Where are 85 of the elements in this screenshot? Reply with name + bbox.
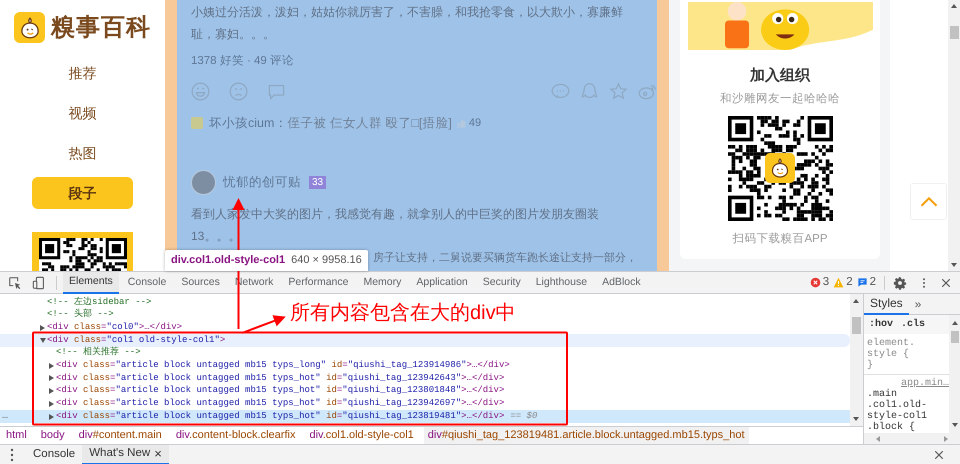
devtools-tab[interactable]: Application bbox=[410, 272, 474, 294]
promo-subtitle: 和沙雕网友一起哈哈哈 bbox=[720, 92, 840, 106]
drawer-tab[interactable]: Console bbox=[26, 445, 82, 464]
message-count[interactable]: 2 bbox=[870, 274, 876, 292]
style-filter-button[interactable]: .cls bbox=[901, 319, 926, 330]
promo-caption: 扫码下载糗百APP bbox=[732, 232, 828, 247]
dom-node[interactable]: <div class="col1 old-style-col1"> bbox=[47, 334, 226, 348]
logo-text[interactable]: 糗事百科 bbox=[51, 12, 151, 42]
dom-node[interactable]: <div class="article block untagged mb15 typs_long" id="qiushi_tag_123914986">…</div> bbox=[56, 359, 510, 373]
devtools-tab[interactable]: Security bbox=[476, 272, 527, 294]
expand-arrow-icon[interactable] bbox=[47, 361, 56, 370]
inspect-element-icon[interactable] bbox=[8, 276, 22, 290]
expand-arrow-icon[interactable] bbox=[38, 336, 47, 345]
hovered-row-highlight[interactable]: <div class="col1 old-style-col1"> bbox=[0, 334, 850, 347]
css-selector-text: style-col1 bbox=[866, 411, 928, 422]
devtools-tab[interactable]: Performance bbox=[282, 272, 354, 294]
settings-icon[interactable] bbox=[893, 276, 907, 290]
dom-comment: <!-- 左边sidebar --> bbox=[47, 296, 152, 308]
error-icon[interactable] bbox=[810, 277, 821, 288]
post-stats: 1378 好笑 · 49 评论 bbox=[191, 54, 294, 69]
devtools-tab[interactable]: AdBlock bbox=[596, 272, 647, 294]
css-rule-text: } bbox=[866, 360, 874, 371]
breadcrumb-item[interactable]: body bbox=[36, 427, 69, 444]
nav-item[interactable]: 推荐 bbox=[32, 57, 133, 89]
promo-title: 加入组织 bbox=[750, 66, 810, 86]
scrollbar[interactable] bbox=[864, 433, 960, 444]
post-text: 房子让支持，二舅说要买辆货车跑长途让支持一部分， bbox=[373, 250, 637, 266]
breadcrumb-item[interactable]: div#content.main bbox=[74, 427, 166, 444]
nav-item[interactable]: 段子 bbox=[32, 177, 133, 209]
annotation-text: 所有内容包含在大的div中 bbox=[290, 301, 516, 325]
dom-comment: <!-- 头部 --> bbox=[47, 308, 114, 322]
css-selector-text: .block { bbox=[866, 422, 916, 433]
scrollbar[interactable] bbox=[850, 294, 863, 426]
comment-text: 侄子被 仨女人群 殴了□[捂脸] bbox=[287, 114, 452, 132]
expand-arrow-icon[interactable] bbox=[47, 386, 56, 396]
expand-arrow-icon[interactable] bbox=[47, 374, 56, 383]
star-icon[interactable] bbox=[609, 82, 628, 101]
tooltip-size: 640 × 9958.16 bbox=[291, 253, 362, 268]
dom-node[interactable]: <div class="article block untagged mb15 typs_hot" id="qiushi_tag_123801848">…</div> bbox=[56, 384, 504, 398]
devtools-tab[interactable]: Console bbox=[122, 272, 172, 294]
tab-close-button[interactable]: × bbox=[154, 444, 162, 464]
badge-level: 33 bbox=[312, 176, 324, 189]
drawer-tab[interactable]: What's New × bbox=[82, 445, 169, 464]
post-text: 小姨过分活泼，泼妇，姑姑你就厉害了，不害臊，和我抢零食，以大欺小，寡廉鲜 bbox=[191, 4, 624, 21]
dom-comment: <!-- 相关推荐 --> bbox=[56, 346, 141, 360]
nav-item[interactable]: 热图 bbox=[32, 137, 133, 169]
dom-node[interactable]: <div class="article block untagged mb15 typs_hot" id="qiushi_tag_123942697">…</div> bbox=[56, 397, 504, 411]
more-tabs-button[interactable]: » bbox=[914, 295, 922, 313]
css-selector-text: .col1.old- bbox=[866, 400, 928, 411]
like-count: 49 bbox=[468, 116, 482, 131]
comment-badge-icon bbox=[191, 117, 203, 130]
drawer-menu-icon[interactable] bbox=[10, 448, 14, 462]
post-text: 13。。。 bbox=[191, 228, 240, 246]
style-filter-button[interactable]: :hov bbox=[868, 319, 893, 330]
devtools-tab[interactable]: Elements bbox=[63, 272, 119, 294]
breadcrumb-item[interactable]: div.col1.old-style-col1 bbox=[305, 427, 418, 444]
breadcrumb-item[interactable]: div.content-block.clearfix bbox=[172, 427, 300, 444]
css-selector-text: .main bbox=[866, 389, 897, 400]
device-toolbar-icon[interactable] bbox=[32, 276, 46, 290]
message-icon[interactable] bbox=[856, 277, 868, 288]
error-count[interactable]: 3 bbox=[822, 274, 830, 292]
nav-item[interactable]: 视频 bbox=[32, 97, 133, 129]
scrollbar[interactable] bbox=[948, 0, 960, 271]
selected-row-highlight[interactable]: … <div class="article block untagged mb15 typs_hot" id="qiushi_tag_123819481">…</div> == $0 bbox=[0, 410, 850, 423]
row-gutter-dots: … bbox=[2, 410, 8, 424]
scrollbar[interactable] bbox=[949, 315, 960, 433]
tooltip-selector: div.col1.old-style-col1 bbox=[171, 253, 286, 268]
devtools-tab[interactable]: Memory bbox=[357, 272, 408, 294]
post-text: 耻，寡妇。。。 bbox=[191, 26, 276, 43]
breadcrumb-item[interactable]: div#qiushi_tag_123819481.article.block.untagged.mb15.typs_hot bbox=[424, 427, 749, 444]
css-rule-text: element. bbox=[866, 338, 916, 349]
devtools-tab[interactable]: Sources bbox=[175, 272, 226, 294]
devtools-tab[interactable]: Lighthouse bbox=[530, 272, 594, 294]
close-drawer-icon[interactable] bbox=[933, 449, 945, 461]
dom-node[interactable]: <div class="article block untagged mb15 typs_hot" id="qiushi_tag_123819481">…</div> bbox=[56, 410, 504, 424]
back-to-top-button[interactable] bbox=[910, 183, 947, 220]
close-icon[interactable] bbox=[940, 276, 952, 288]
css-rule-text: style { bbox=[866, 349, 910, 360]
stylesheet-link[interactable]: app.min… bbox=[866, 378, 949, 389]
dom-node[interactable]: <div class="article block untagged mb15 typs_hot" id="qiushi_tag_123942643">…</div> bbox=[56, 372, 504, 386]
warning-count[interactable]: 2 bbox=[846, 274, 853, 292]
console-reference: == $0 bbox=[510, 410, 538, 423]
dom-node[interactable]: <div class="col0">…</div> bbox=[47, 320, 182, 334]
expand-arrow-icon[interactable] bbox=[47, 412, 56, 422]
breadcrumb-item[interactable]: html bbox=[2, 427, 31, 444]
